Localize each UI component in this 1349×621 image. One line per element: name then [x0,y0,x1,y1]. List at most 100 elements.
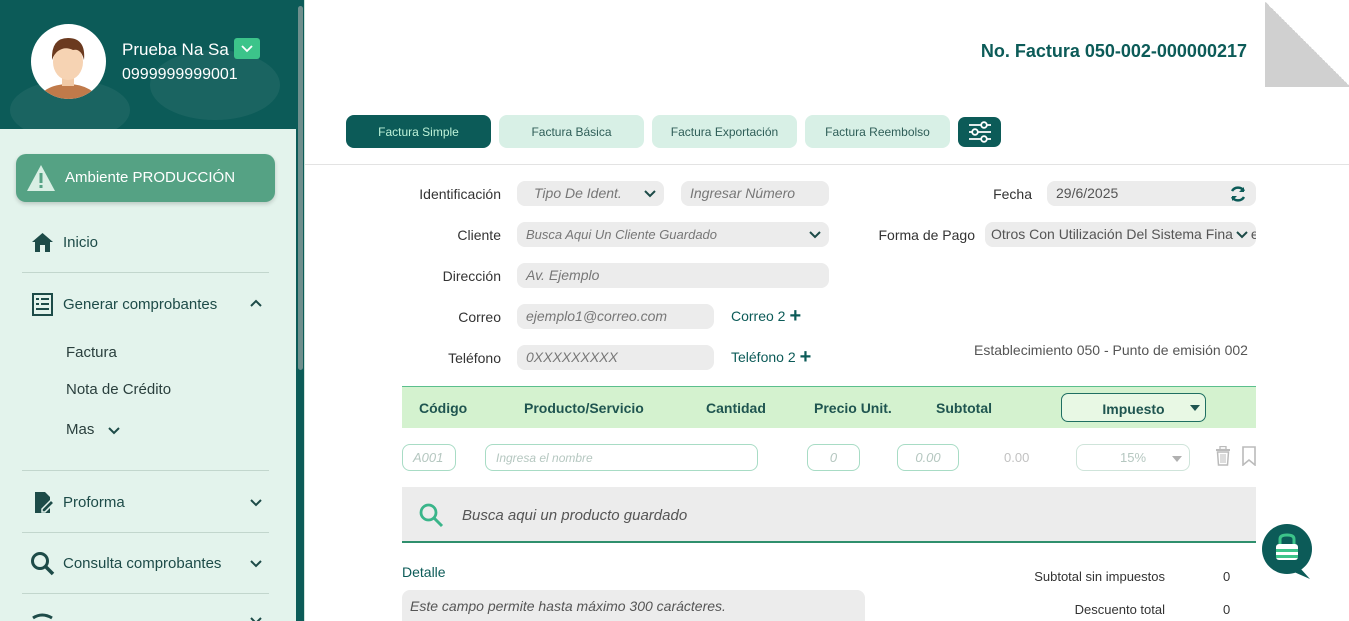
product-search-bar[interactable]: Busca aqui un producto guardado [402,487,1256,543]
chevron-down-icon [644,190,656,198]
chevron-down-icon[interactable] [248,612,264,621]
item-price-input[interactable]: 0.00 [897,444,959,471]
descuento-total-value: 0 [1223,602,1231,617]
detail-textarea[interactable]: Este campo permite hasta máximo 300 cará… [402,590,865,621]
divider [22,532,269,533]
sidebar-subitem-nota-credito[interactable]: Nota de Crédito [66,381,171,398]
column-header-codigo: Código [419,400,468,416]
sidebar-item-label: Consulta comprobantes [63,555,222,572]
environment-badge: Ambiente PRODUCCIÓN [16,154,275,202]
home-icon [32,233,53,252]
sidebar-subitem-factura[interactable]: Factura [66,344,117,361]
item-tax-select[interactable]: 15% [1076,444,1190,471]
sidebar-item-more[interactable] [30,610,63,621]
sidebar-item-consulta[interactable]: Consulta comprobantes [30,551,221,576]
refresh-icon[interactable] [1228,184,1248,204]
item-subtotal: 0.00 [1004,450,1030,465]
sidebar-item-generar[interactable]: Generar comprobantes [30,292,217,317]
tab-factura-exportacion[interactable]: Factura Exportación [652,115,797,148]
menu-item-icon [32,613,53,620]
warning-icon [27,165,55,191]
product-search-input[interactable]: Busca aqui un producto guardado [462,507,687,524]
sidebar-scrollbar[interactable] [296,0,304,621]
telefono-label: Teléfono [448,350,501,366]
fecha-value: 29/6/2025 [1056,185,1119,201]
search-icon [419,503,444,528]
sidebar-subitem-mas[interactable]: Mas [66,421,122,438]
item-tax-value: 15% [1119,450,1147,465]
subtotal-sin-impuestos-label: Subtotal sin impuestos [1034,569,1165,584]
correo-label: Correo [458,309,501,325]
scrollbar-thumb[interactable] [298,6,303,370]
environment-label: Ambiente PRODUCCIÓN [65,169,236,186]
item-quantity-input[interactable]: 0 [807,444,860,471]
avatar[interactable] [31,24,106,99]
sidebar-item-inicio[interactable]: Inicio [30,230,98,255]
settings-button[interactable] [958,117,1001,147]
user-id: 0999999999001 [122,66,238,83]
cliente-label: Cliente [457,227,501,243]
add-correo2-button[interactable]: Correo 2 + [731,305,802,327]
add-telefono2-button[interactable]: Teléfono 2 + [731,346,812,368]
document-edit-icon [35,492,55,513]
identificacion-label: Identificación [419,186,501,202]
chevron-up-icon[interactable] [248,295,264,311]
chevron-down-icon [108,426,121,434]
search-icon [31,552,55,576]
subtotal-sin-impuestos-value: 0 [1223,569,1231,584]
caret-down-icon [1190,405,1200,411]
tab-factura-basica[interactable]: Factura Básica [499,115,644,148]
column-header-subtotal: Subtotal [936,400,992,416]
tab-factura-reembolso[interactable]: Factura Reembolso [805,115,950,148]
chevron-down-icon [1234,227,1250,243]
bookmark-icon[interactable] [1241,446,1257,466]
divider [22,593,269,594]
item-code-input[interactable]: A001 [402,444,456,471]
header-decoration [150,50,280,120]
correo-input[interactable]: ejemplo1@correo.com [517,304,714,329]
tab-factura-simple[interactable]: Factura Simple [346,115,491,148]
descuento-total-label: Descuento total [1074,602,1165,617]
cliente-placeholder: Busca Aqui Un Cliente Guardado [526,227,718,242]
detail-label: Detalle [402,564,446,580]
divider [305,164,1349,165]
fecha-label: Fecha [993,186,1032,202]
tipo-ident-select[interactable]: Tipo De Ident. [517,181,664,206]
sidebar-item-proforma[interactable]: Proforma [30,490,125,515]
direccion-input[interactable]: Av. Ejemplo [517,263,829,288]
chevron-down-icon[interactable] [248,494,264,510]
column-header-cantidad: Cantidad [706,400,766,416]
plus-icon: + [789,305,802,327]
telefono2-label: Teléfono 2 [731,349,796,365]
chevron-down-icon[interactable] [248,555,264,571]
caret-down-icon [1172,456,1182,462]
page-fold-decoration [1265,0,1349,87]
sidebar: Prueba Na Sa 0999999999001 Ambiente PROD… [0,0,305,621]
divider [22,272,269,273]
forma-pago-select[interactable]: Otros Con Utilización Del Sistema Financ… [985,222,1256,247]
forma-pago-label: Forma de Pago [878,227,976,243]
user-menu-button[interactable] [234,38,260,59]
item-name-input[interactable]: Ingresa el nombre [485,444,758,471]
receipt-icon [32,293,53,316]
cliente-search-select[interactable]: Busca Aqui Un Cliente Guardado [517,222,829,247]
trash-icon[interactable] [1214,446,1232,466]
establecimiento-info: Establecimiento 050 - Punto de emisión 0… [974,342,1248,358]
sidebar-subitem-label: Mas [66,421,95,438]
tax-header-label: Impuesto [1102,401,1165,417]
chevron-down-icon [809,231,821,239]
fecha-input[interactable]: 29/6/2025 [1047,181,1256,206]
tipo-ident-value: Tipo De Ident. [534,185,622,201]
tax-header-select[interactable]: Impuesto [1061,393,1206,422]
numero-input[interactable]: Ingresar Número [681,181,829,206]
sidebar-item-label: Proforma [63,494,125,511]
user-header: Prueba Na Sa 0999999999001 [0,0,296,129]
plus-icon: + [799,346,812,368]
user-name: Prueba Na Sa [122,40,229,59]
chat-support-button[interactable] [1262,524,1314,580]
forma-pago-value: Otros Con Utilización Del Sistema Financ… [991,226,1256,242]
column-header-precio: Precio Unit. [814,400,892,416]
telefono-input[interactable]: 0XXXXXXXXX [517,345,714,370]
sliders-icon [968,121,991,143]
items-table-header: Código Producto/Servicio Cantidad Precio… [402,386,1256,428]
